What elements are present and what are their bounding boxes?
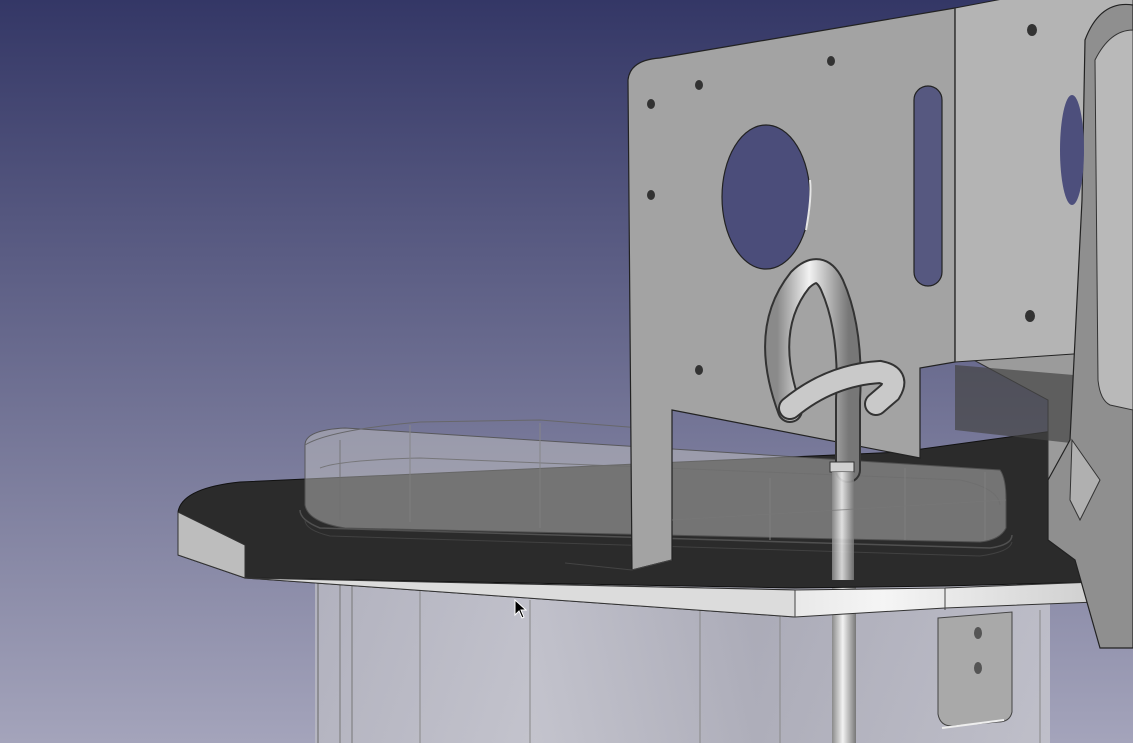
bracket-round-hole bbox=[721, 124, 811, 270]
bracket-slot bbox=[913, 85, 943, 287]
cad-scene[interactable] bbox=[0, 0, 1133, 743]
lower-bracket[interactable] bbox=[937, 611, 1013, 729]
3d-viewport[interactable] bbox=[0, 0, 1133, 743]
arrow-cursor-icon bbox=[514, 599, 528, 619]
